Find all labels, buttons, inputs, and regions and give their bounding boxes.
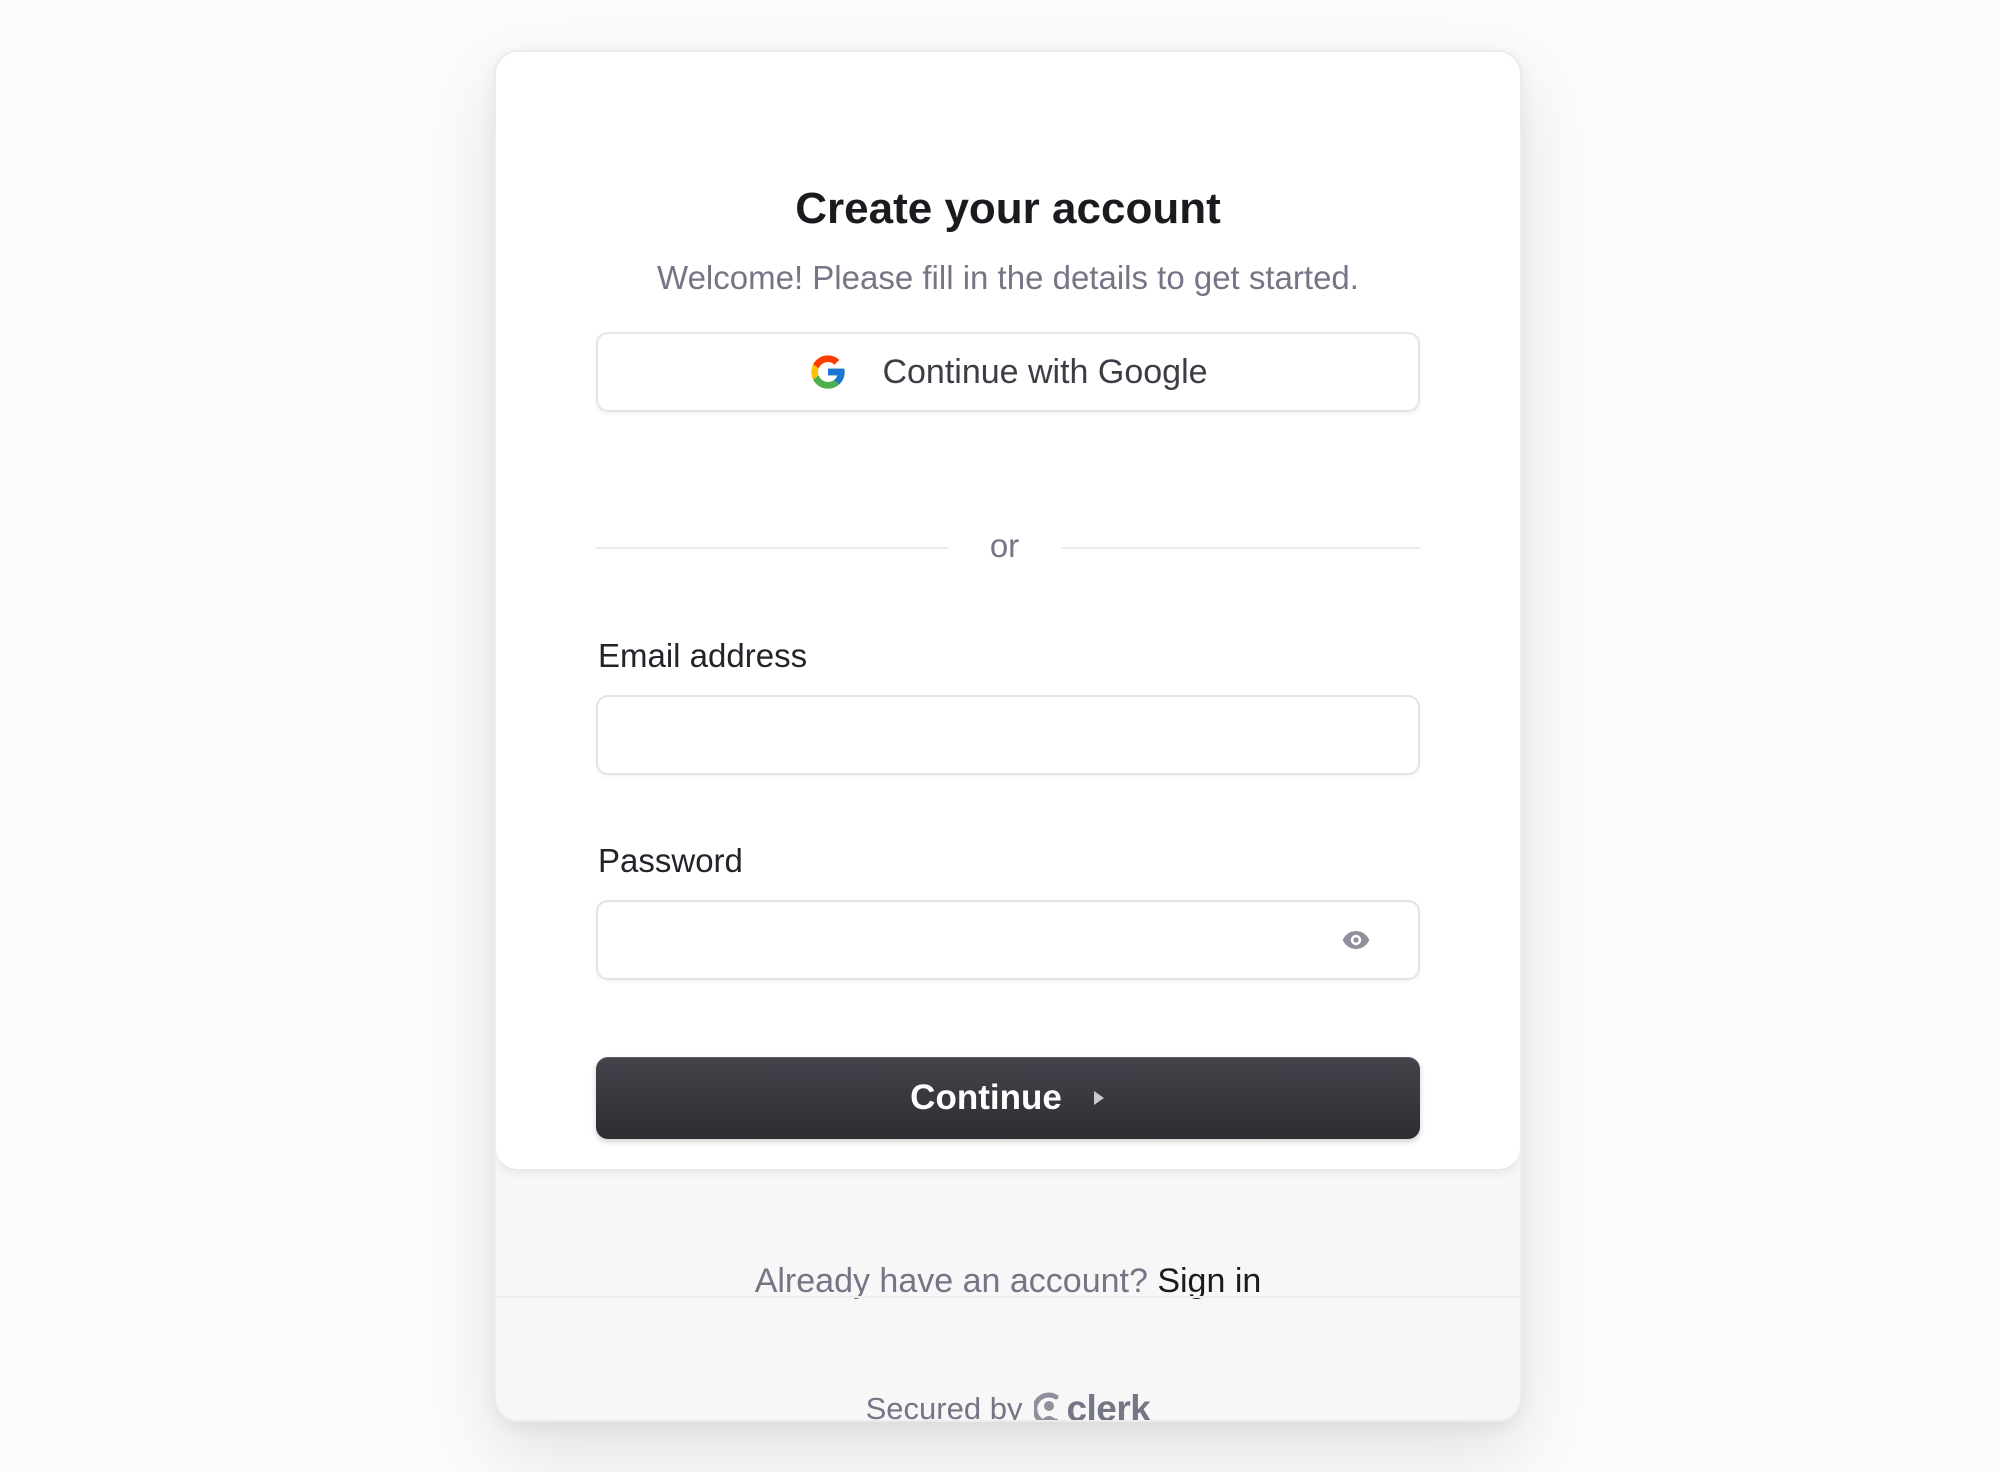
secured-by-text: Secured by (865, 1391, 1023, 1422)
continue-label: Continue (910, 1078, 1062, 1117)
email-field[interactable] (596, 695, 1420, 775)
email-label: Email address (598, 637, 808, 674)
sign-in-prompt: Already have an account? (754, 1262, 1148, 1300)
clerk-wordmark: clerk (1066, 1388, 1151, 1422)
page-subtitle: Welcome! Please fill in the details to g… (657, 259, 1359, 296)
divider-line-right (1061, 547, 1420, 549)
eye-icon (1342, 931, 1370, 949)
password-field[interactable] (596, 900, 1420, 980)
continue-with-google-label: Continue with Google (882, 352, 1208, 391)
show-password-button[interactable] (1330, 914, 1382, 966)
or-divider: or (596, 522, 1420, 572)
sign-in-link[interactable]: Sign in (1157, 1262, 1261, 1300)
secured-by-footer: Secured by clerk (496, 1388, 1520, 1422)
divider-text: or (989, 527, 1020, 564)
page-title: Create your account (795, 184, 1221, 233)
continue-with-google-button[interactable]: Continue with Google (596, 332, 1420, 412)
sign-up-form-panel: Create your account Welcome! Please fill… (496, 52, 1520, 1171)
caret-right-icon (1093, 1091, 1104, 1105)
clerk-logo[interactable]: clerk (1034, 1388, 1151, 1422)
footer-divider (496, 1296, 1520, 1298)
google-icon (811, 355, 846, 389)
clerk-logo-icon (1034, 1392, 1059, 1420)
sign-up-card: Create your account Welcome! Please fill… (494, 50, 1522, 1422)
password-label: Password (598, 842, 743, 879)
divider-line-left (596, 547, 948, 549)
continue-button[interactable]: Continue (596, 1057, 1420, 1139)
